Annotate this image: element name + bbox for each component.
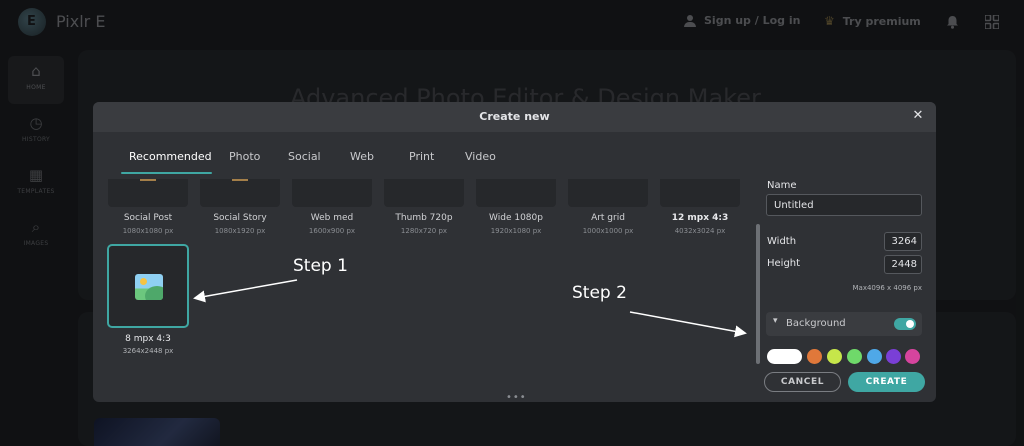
preset-thumb-wide-1080p[interactable] (476, 179, 556, 207)
name-input[interactable] (766, 194, 922, 216)
preset-name: 12 mpx 4:3 (671, 213, 729, 223)
create-button[interactable]: CREATE (848, 372, 925, 392)
preset-size: 1280x720 px (400, 227, 448, 235)
max-size-note: Max4096 x 4096 px (852, 284, 922, 292)
swatch-green[interactable] (847, 349, 862, 364)
background-toggle[interactable] (894, 318, 916, 330)
preset-mark (232, 179, 248, 181)
tab-photo[interactable]: Photo (229, 150, 260, 163)
tab-web[interactable]: Web (350, 150, 374, 163)
preset-thumb-thumb-720p[interactable] (384, 179, 464, 207)
image-icon-sun (140, 278, 147, 285)
selected-preset-size: 3264x2448 px (122, 347, 174, 355)
preset-name: Wide 1080p (489, 213, 543, 223)
selected-preset-name: 8 mpx 4:3 (125, 334, 171, 344)
toggle-knob (906, 320, 914, 328)
height-input[interactable] (884, 255, 922, 274)
swatch-white[interactable] (767, 349, 802, 364)
close-icon[interactable]: ✕ (910, 108, 926, 124)
preset-size: 1080x1920 px (214, 227, 266, 235)
preset-size: 4032x3024 px (674, 227, 726, 235)
tab-social[interactable]: Social (288, 150, 321, 163)
preset-thumb-art-grid[interactable] (568, 179, 648, 207)
dialog-resize-handle[interactable]: ••• (506, 392, 527, 403)
tab-video[interactable]: Video (465, 150, 496, 163)
preset-name: Web med (310, 213, 354, 223)
preset-name: Art grid (591, 213, 625, 223)
preset-size: 1080x1080 px (122, 227, 174, 235)
presets-scrollbar-thumb[interactable] (756, 224, 760, 364)
preset-thumb-social-story[interactable] (200, 179, 280, 207)
width-input[interactable] (884, 232, 922, 251)
preset-mark (140, 179, 156, 181)
chevron-down-icon: ▾ (773, 316, 778, 326)
dialog-title: Create new (479, 110, 550, 123)
tab-recommended[interactable]: Recommended (129, 150, 212, 163)
preset-thumb-social-post[interactable] (108, 179, 188, 207)
swatch-lime[interactable] (827, 349, 842, 364)
preset-name: Thumb 720p (395, 213, 453, 223)
tab-print[interactable]: Print (409, 150, 434, 163)
swatch-purple[interactable] (886, 349, 901, 364)
active-tab-indicator (121, 172, 212, 174)
preset-thumb-web-med[interactable] (292, 179, 372, 207)
preset-size: 1920x1080 px (490, 227, 542, 235)
swatch-orange[interactable] (807, 349, 822, 364)
dialog-header: Create new ✕ (93, 102, 936, 132)
background-section-header[interactable]: ▾ Background (766, 312, 922, 336)
cancel-button[interactable]: CANCEL (764, 372, 841, 392)
create-new-dialog: Create new ✕ Recommended Photo Social We… (93, 102, 936, 403)
name-label: Name (767, 180, 797, 191)
background-label: Background (786, 318, 846, 329)
preset-name: Social Story (213, 213, 267, 223)
preset-thumb-12mpx[interactable] (660, 179, 740, 207)
preset-size: 1600x900 px (308, 227, 356, 235)
swatch-pink[interactable] (905, 349, 920, 364)
image-icon (135, 274, 163, 300)
swatch-blue[interactable] (867, 349, 882, 364)
preset-name: Social Post (123, 213, 173, 223)
annotation-step-1: Step 1 (293, 256, 348, 276)
preset-card-8mpx-selected[interactable] (107, 244, 189, 328)
image-icon-hill (145, 286, 163, 300)
height-label: Height (767, 258, 801, 269)
width-label: Width (767, 236, 797, 247)
annotation-step-2: Step 2 (572, 283, 627, 303)
preset-size: 1000x1000 px (582, 227, 634, 235)
